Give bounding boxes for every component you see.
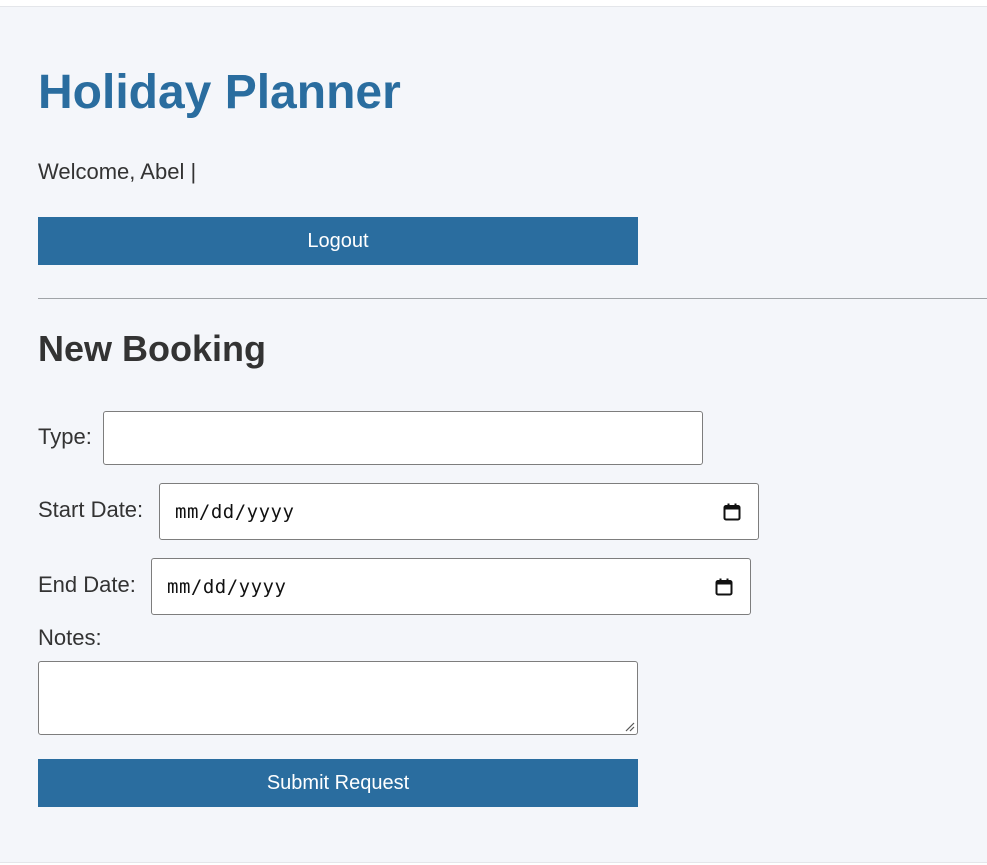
- start-date-input[interactable]: mm/dd/yyyy: [159, 483, 759, 540]
- notes-textarea[interactable]: [38, 661, 638, 735]
- resize-grip-icon[interactable]: [624, 721, 635, 732]
- new-booking-title: New Booking: [38, 328, 267, 369]
- calendar-icon[interactable]: [722, 502, 742, 522]
- logout-button[interactable]: Logout: [38, 217, 638, 265]
- app-title: Holiday Planner: [38, 66, 401, 119]
- calendar-icon[interactable]: [714, 577, 734, 597]
- page-background: Holiday Planner Welcome, Abel | Logout N…: [0, 6, 987, 863]
- welcome-message: Welcome, Abel |: [38, 159, 197, 184]
- section-divider: [38, 298, 987, 299]
- start-date-placeholder: mm/dd/yyyy: [175, 500, 295, 523]
- notes-label: Notes:: [38, 625, 102, 650]
- end-date-label: End Date:: [38, 572, 136, 597]
- start-date-label: Start Date:: [38, 497, 144, 522]
- end-date-input[interactable]: mm/dd/yyyy: [151, 558, 751, 615]
- type-label: Type:: [38, 424, 92, 449]
- submit-request-button[interactable]: Submit Request: [38, 759, 638, 807]
- type-input[interactable]: [103, 411, 703, 465]
- end-date-placeholder: mm/dd/yyyy: [167, 575, 287, 598]
